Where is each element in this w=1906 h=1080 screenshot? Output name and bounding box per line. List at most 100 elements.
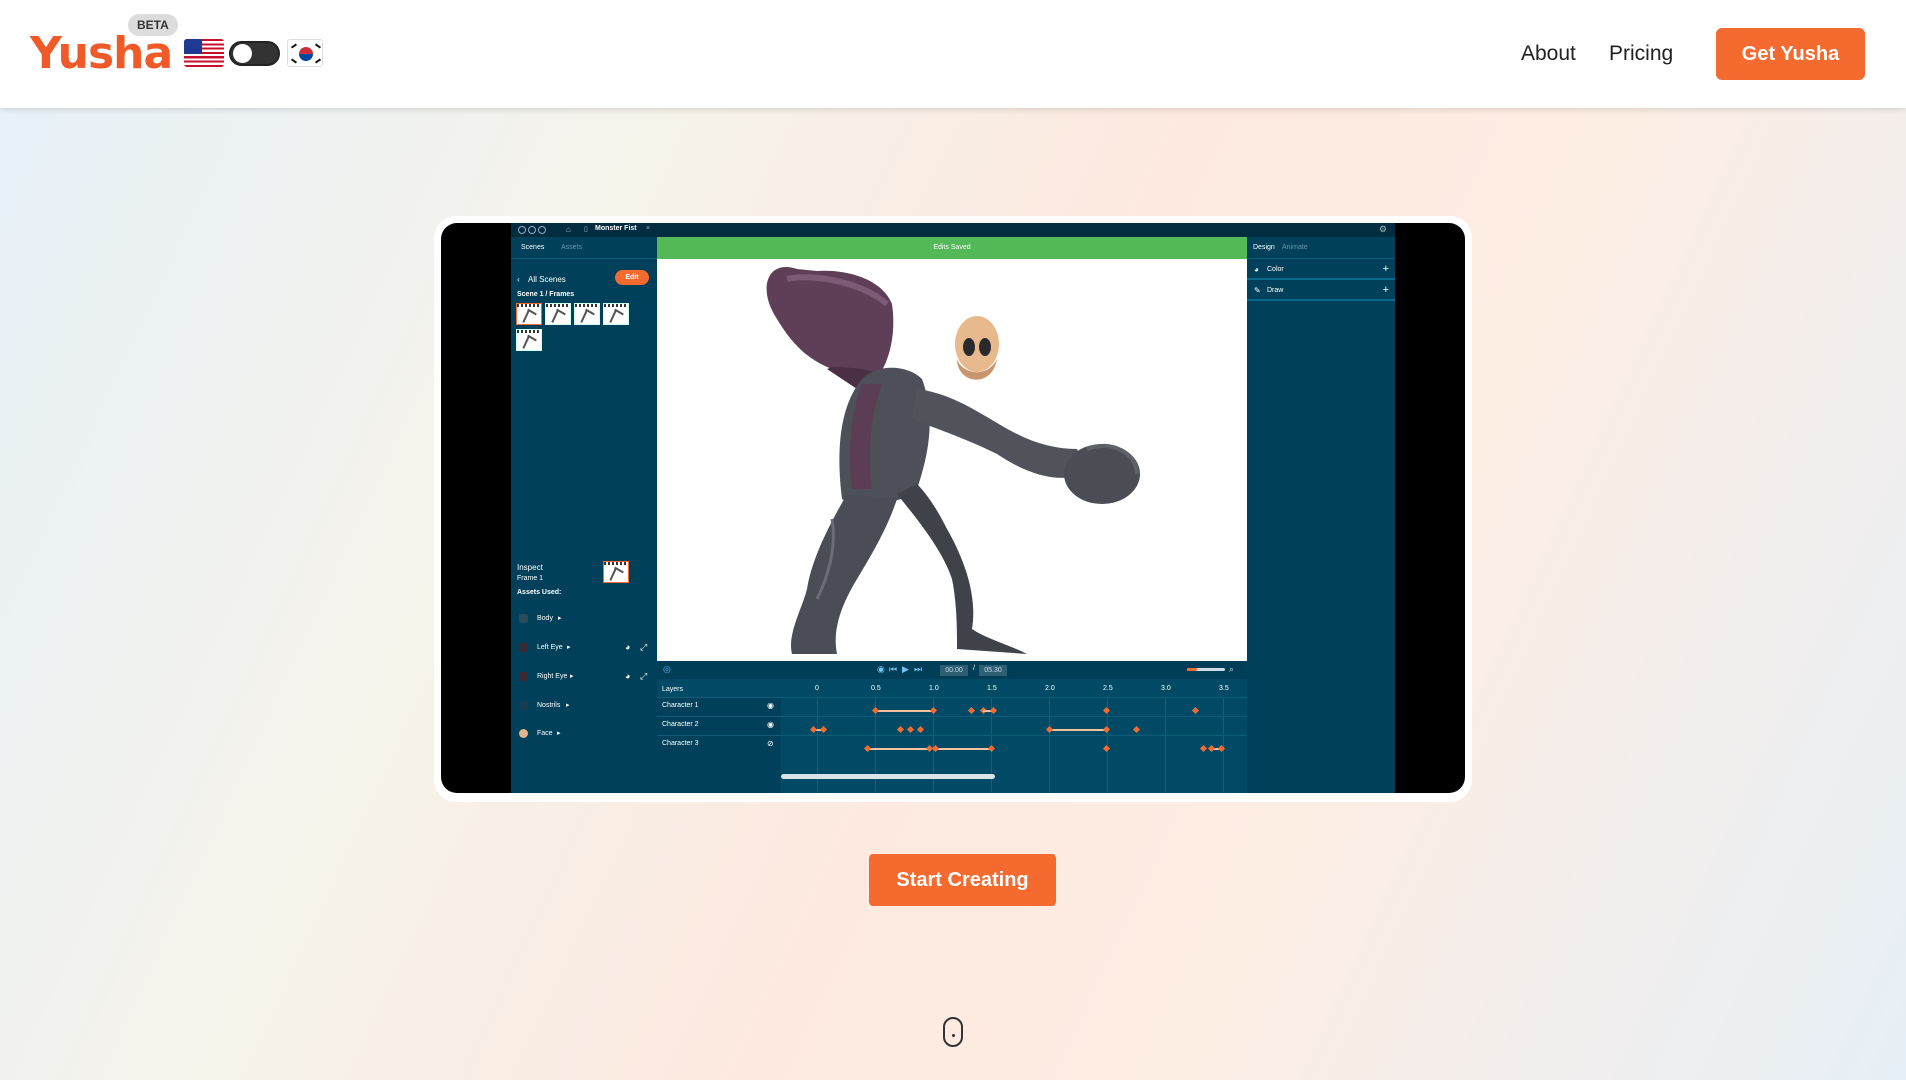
editor-app: ⌂ ▯ Monster Fist × ⚙ Scenes Assets ‹ All… xyxy=(511,223,1395,793)
assets-used-label: Assets Used: xyxy=(517,589,562,596)
expand-icon: ⤢ xyxy=(640,642,648,652)
edits-saved-banner: Edits Saved xyxy=(657,237,1247,259)
app-preview: ⌂ ▯ Monster Fist × ⚙ Scenes Assets ‹ All… xyxy=(441,223,1465,793)
asset-face: Face ▸ xyxy=(517,728,651,742)
window-titlebar: ⌂ ▯ Monster Fist × ⚙ xyxy=(511,223,1395,237)
tab-assets: Assets xyxy=(561,244,583,251)
tab-design: Design xyxy=(1253,244,1275,251)
frame-thumbnail xyxy=(574,303,600,325)
home-icon: ⌂ xyxy=(566,225,571,234)
left-tabs: Scenes Assets xyxy=(511,237,657,259)
inspect-heading: Inspect xyxy=(517,563,543,572)
document-title: Monster Fist xyxy=(595,225,637,232)
start-creating-button[interactable]: Start Creating xyxy=(869,854,1056,906)
eye-icon: ◉ xyxy=(767,701,774,710)
layers-label: Layers xyxy=(662,686,684,693)
eye-icon xyxy=(519,672,528,681)
toggle-knob xyxy=(233,44,252,63)
back-chevron-icon: ‹ xyxy=(517,275,520,284)
face-icon xyxy=(519,729,528,738)
monster-illustration xyxy=(766,267,1140,654)
close-tab-icon: × xyxy=(646,225,651,232)
eye-hidden-icon: ⊘ xyxy=(767,739,774,748)
plus-icon: + xyxy=(1382,263,1389,275)
expand-arrow-icon: ▸ xyxy=(570,673,574,680)
frame-thumbnail xyxy=(545,303,571,325)
beta-badge: BETA xyxy=(128,14,178,36)
ruler-tick: 1.5 xyxy=(987,685,997,692)
asset-right-eye: Right Eye ▸ ◕ ⤢ xyxy=(517,671,651,685)
pencil-icon: ✎ xyxy=(1254,286,1261,295)
current-time: 00.00 xyxy=(940,665,968,676)
timeline-layer-row: Character 2 ◉ xyxy=(657,716,1247,733)
ruler-tick: 1.0 xyxy=(929,685,939,692)
asset-nostrils: Nostrils ▸ xyxy=(517,700,651,714)
window-dot-icon xyxy=(538,226,546,234)
frame-label: Frame 1 xyxy=(517,575,544,582)
asset-left-eye: Left Eye ▸ ◕ ⤢ xyxy=(517,642,651,656)
window-dot-icon xyxy=(518,226,526,234)
frame-thumbnail xyxy=(603,303,629,325)
korea-flag-icon[interactable] xyxy=(287,39,323,67)
expand-arrow-icon: ▸ xyxy=(566,702,570,709)
record-icon: ◎ xyxy=(663,664,671,674)
ruler-tick: 0 xyxy=(815,685,819,692)
expand-arrow-icon: ▸ xyxy=(567,644,571,651)
expand-icon: ⤢ xyxy=(640,671,648,681)
ruler-tick: 2.5 xyxy=(1103,685,1113,692)
draw-section: ✎ Draw + xyxy=(1247,281,1395,301)
body-icon xyxy=(519,614,528,623)
ruler-tick: 0.5 xyxy=(871,685,881,692)
play-icon: ▶ xyxy=(902,664,909,674)
timeline-layer-row: Character 1 ◉ xyxy=(657,697,1247,714)
expand-arrow-icon: ▸ xyxy=(557,730,561,737)
timeline-layer-row: Character 3 ⊘ xyxy=(657,735,1247,752)
plus-icon: + xyxy=(1382,284,1389,296)
top-nav: Yusha BETA About Pricing Get Yusha xyxy=(0,0,1906,108)
asset-body: Body ▸ xyxy=(517,613,651,627)
get-yusha-button[interactable]: Get Yusha xyxy=(1716,28,1865,80)
eye-icon: ◉ xyxy=(767,720,774,729)
ruler-tick: 3.0 xyxy=(1161,685,1171,692)
drawing-canvas xyxy=(657,259,1247,661)
right-tabs: Design Animate xyxy=(1247,237,1395,259)
expand-arrow-icon: ▸ xyxy=(558,615,562,622)
properties-panel: Design Animate ◕ Color + ✎ Draw + xyxy=(1247,237,1395,793)
nostrils-icon xyxy=(519,701,528,710)
all-scenes-link: All Scenes xyxy=(528,275,566,284)
scroll-mouse-icon xyxy=(943,1017,963,1047)
eye-icon xyxy=(519,643,528,652)
tab-animate: Animate xyxy=(1282,244,1308,251)
hero-preview-frame: ⌂ ▯ Monster Fist × ⚙ Scenes Assets ‹ All… xyxy=(434,216,1472,802)
palette-icon: ◕ xyxy=(1254,265,1259,274)
us-flag-icon[interactable] xyxy=(184,39,224,67)
edit-button: Edit xyxy=(615,270,649,285)
timeline-panel: ◎ ◉ ⏮ ▶ ⏭ 00.00 / 05.30 ⌕ Layers 0 0.5 1… xyxy=(657,661,1247,793)
total-time: 05.30 xyxy=(979,665,1007,676)
zoom-slider-fill xyxy=(1187,668,1197,671)
timeline-toolbar: ◎ ◉ ⏮ ▶ ⏭ 00.00 / 05.30 ⌕ xyxy=(657,661,1247,679)
color-section: ◕ Color + xyxy=(1247,260,1395,280)
ruler-tick: 3.5 xyxy=(1219,685,1229,692)
palette-icon: ◕ xyxy=(625,642,631,652)
skip-forward-icon: ⏭ xyxy=(914,664,923,674)
inspect-thumbnail xyxy=(603,561,629,583)
scenes-panel: Scenes Assets ‹ All Scenes Edit Scene 1 … xyxy=(511,237,657,793)
frame-thumbnail xyxy=(516,303,542,325)
marker-icon: ◉ xyxy=(877,664,885,674)
tab-scenes: Scenes xyxy=(521,244,545,251)
ruler-tick: 2.0 xyxy=(1045,685,1055,692)
timeline-scrollbar xyxy=(781,774,995,779)
nav-link-pricing[interactable]: Pricing xyxy=(1609,40,1673,68)
timeline-ruler: Layers 0 0.5 1.0 1.5 2.0 2.5 3.0 3.5 xyxy=(657,685,1247,697)
nav-link-about[interactable]: About xyxy=(1521,40,1576,68)
file-icon: ▯ xyxy=(584,226,588,233)
frame-thumbnail xyxy=(516,329,542,351)
skip-back-icon: ⏮ xyxy=(889,664,898,674)
gear-icon: ⚙ xyxy=(1378,224,1387,234)
window-dot-icon xyxy=(528,226,536,234)
palette-icon: ◕ xyxy=(625,671,631,681)
language-toggle[interactable] xyxy=(229,41,280,66)
time-separator: / xyxy=(973,665,975,672)
zoom-icon: ⌕ xyxy=(1229,664,1235,674)
